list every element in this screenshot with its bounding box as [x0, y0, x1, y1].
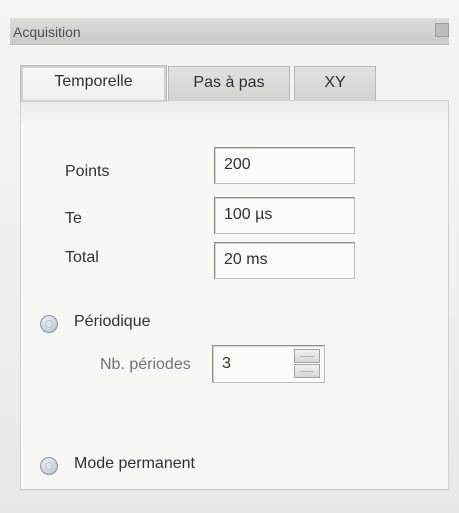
tab-pas-a-pas[interactable]: Pas à pas: [168, 66, 290, 100]
temporelle-panel: Points 200 Te 100 µs Total 20 ms Périodi…: [20, 100, 449, 490]
tab-temporelle[interactable]: Temporelle: [20, 65, 167, 102]
window-title: Acquisition: [13, 24, 81, 40]
total-label: Total: [65, 249, 99, 266]
mode-permanent-radio[interactable]: [40, 457, 58, 475]
tab-xy[interactable]: XY: [294, 66, 376, 100]
points-field[interactable]: 200: [214, 147, 355, 184]
total-field[interactable]: 20 ms: [214, 242, 355, 279]
te-label: Te: [65, 210, 82, 227]
periodique-radio[interactable]: [40, 315, 58, 333]
title-bar: Acquisition: [10, 18, 449, 45]
spinner-down-button[interactable]: [294, 364, 320, 378]
acquisition-window: Acquisition Temporelle Pas à pas XY Poin…: [0, 0, 459, 513]
tab-strip: Temporelle Pas à pas XY: [10, 65, 449, 102]
te-field[interactable]: 100 µs: [214, 197, 355, 234]
nb-periodes-spinner[interactable]: 3: [212, 345, 325, 383]
window-control-icon[interactable]: [435, 23, 449, 37]
points-label: Points: [65, 163, 110, 180]
nb-periodes-value[interactable]: 3: [222, 355, 231, 373]
spinner-up-button[interactable]: [294, 349, 320, 363]
mode-permanent-label: Mode permanent: [74, 455, 195, 472]
periodique-label: Périodique: [74, 313, 151, 330]
nb-periodes-label: Nb. périodes: [100, 356, 191, 373]
